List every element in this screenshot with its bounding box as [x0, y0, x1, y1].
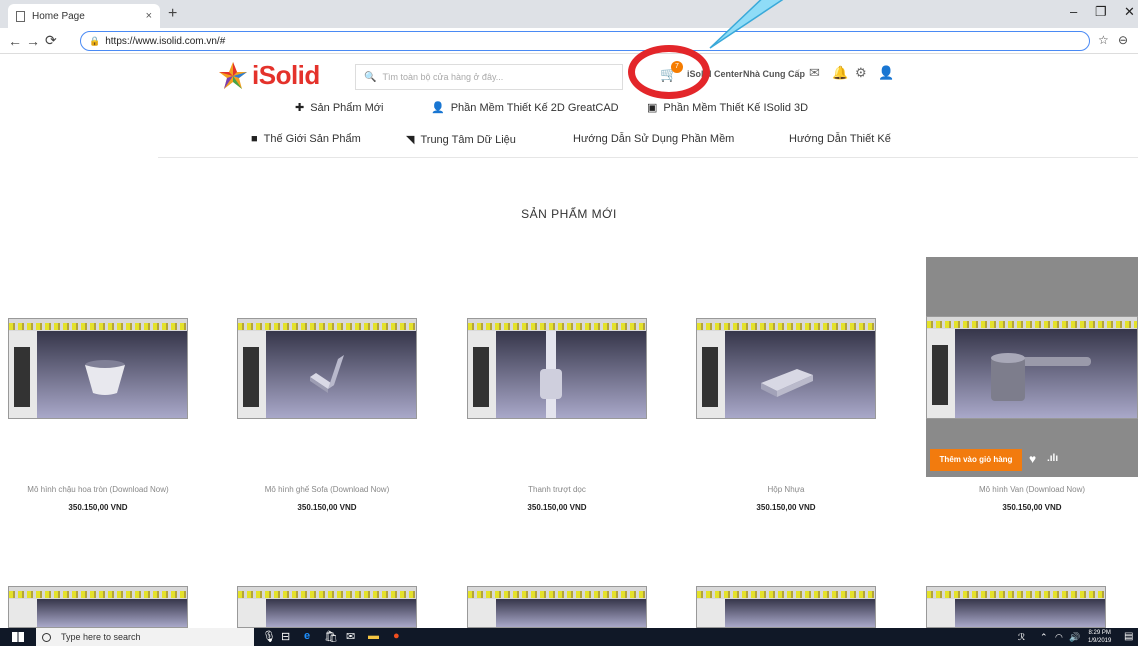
- volume-icon[interactable]: 🔊: [1069, 632, 1080, 643]
- new-tab-button[interactable]: +: [168, 5, 177, 23]
- address-bar[interactable]: 🔒 https://www.isolid.com.vn/#: [80, 31, 1090, 51]
- mail-app-icon[interactable]: ✉: [346, 630, 355, 643]
- product-name[interactable]: Mô hình Van (Download Now): [926, 485, 1138, 494]
- product-price: 350.150,00 VND: [297, 503, 357, 512]
- back-icon[interactable]: ←: [8, 33, 22, 49]
- menu-product-world[interactable]: ■ Thế Giới Sản Phẩm: [251, 133, 361, 145]
- product-price: 350.150,00 VND: [756, 503, 816, 512]
- browser-tabstrip: Home Page × + – ❐ ✕: [0, 0, 1138, 28]
- product-thumbnail[interactable]: [926, 316, 1138, 419]
- cortana-icon: [42, 632, 51, 642]
- rss-icon: ◥: [406, 134, 415, 146]
- product-price: 350.150,00 VND: [527, 503, 587, 512]
- profile-icon[interactable]: ⊖: [1118, 33, 1128, 47]
- lock-icon: 🔒: [89, 35, 101, 46]
- tab-close-button[interactable]: ×: [146, 10, 152, 22]
- menu-isolid-3d[interactable]: ▣ Phần Mềm Thiết Kế ISolid 3D: [647, 101, 808, 114]
- compare-chart-icon[interactable]: .ılı: [1047, 453, 1058, 464]
- star-icon[interactable]: ☆: [1098, 33, 1109, 47]
- menu-design-guide[interactable]: Hướng Dẫn Thiết Kế: [789, 133, 891, 145]
- product-name[interactable]: Thanh trượt dọc: [451, 485, 663, 494]
- annotation-circle: [628, 45, 710, 99]
- vertical-slide-model: [540, 331, 562, 418]
- page-icon: [16, 10, 25, 22]
- tab-title: Home Page: [32, 10, 85, 22]
- product-thumbnail[interactable]: [926, 586, 1106, 628]
- product-thumbnail[interactable]: [8, 586, 188, 628]
- wifi-icon[interactable]: ◠: [1055, 632, 1063, 643]
- browser-toolbar: ← → ⟳ 🔒 https://www.isolid.com.vn/# ☆ ⊖: [0, 28, 1138, 54]
- menu-new-products[interactable]: ✚ Sản Phẩm Mới: [295, 101, 383, 114]
- sofa-model: [310, 355, 344, 393]
- product-price: 350.150,00 VND: [68, 503, 128, 512]
- close-window-button[interactable]: ✕: [1124, 4, 1135, 20]
- task-view-icon[interactable]: ⊟: [281, 630, 290, 643]
- product-name[interactable]: Mô hình ghế Sofa (Download Now): [221, 485, 433, 494]
- user-icon: 👤: [431, 102, 445, 114]
- product-name[interactable]: Hộp Nhựa: [680, 485, 892, 494]
- annotation-arrow: [709, 0, 784, 49]
- microphone-icon[interactable]: 🎙: [262, 630, 276, 643]
- mail-icon[interactable]: ✉: [809, 65, 820, 81]
- plus-icon: ✚: [295, 102, 305, 114]
- flower-pot-model: [85, 360, 125, 395]
- search-placeholder: Tìm toàn bộ cửa hàng ở đây...: [382, 72, 504, 82]
- add-user-icon[interactable]: 👤: [878, 65, 894, 81]
- product-name[interactable]: Mô hình chậu hoa tròn (Download Now): [0, 485, 204, 494]
- menu-software-guide[interactable]: Hướng Dẫn Sử Dụng Phần Mềm: [573, 133, 734, 145]
- logo-star-icon: [219, 61, 247, 89]
- store-icon[interactable]: 🛍: [324, 630, 338, 643]
- browser-tab[interactable]: Home Page ×: [8, 4, 160, 28]
- url-text: https://www.isolid.com.vn/#: [105, 35, 226, 47]
- taskbar-clock[interactable]: 8:29 PM 1/9/2019: [1088, 629, 1111, 645]
- gear-icon[interactable]: ⚙: [855, 65, 867, 81]
- header-divider: [158, 157, 1138, 158]
- bell-icon[interactable]: 🔔: [832, 65, 848, 81]
- image-icon: ▣: [647, 102, 658, 114]
- section-title: SẢN PHẨM MỚI: [521, 207, 617, 221]
- windows-start-icon[interactable]: [12, 632, 24, 642]
- people-icon[interactable]: ℛ: [1018, 632, 1025, 643]
- chrome-icon[interactable]: ●: [393, 630, 400, 642]
- menu-data-center[interactable]: ◥ Trung Tâm Dữ Liệu: [406, 133, 516, 146]
- logo-text: iSolid: [252, 60, 320, 90]
- windows-taskbar: Type here to search 🎙 ⊟ e 🛍 ✉ ▬ ● ℛ ⌃ ◠ …: [0, 628, 1138, 646]
- product-thumbnail[interactable]: [696, 318, 876, 419]
- product-thumbnail[interactable]: [467, 586, 647, 628]
- product-thumbnail[interactable]: [8, 318, 188, 419]
- reload-icon[interactable]: ⟳: [45, 32, 57, 49]
- minimize-button[interactable]: –: [1070, 4, 1077, 19]
- forward-icon[interactable]: →: [26, 33, 40, 49]
- supplier-link[interactable]: Nhà Cung Cấp: [743, 69, 805, 79]
- product-price: 350.150,00 VND: [1002, 503, 1062, 512]
- product-thumbnail[interactable]: [467, 318, 647, 419]
- valve-model: [991, 353, 1091, 401]
- search-icon: 🔍: [364, 71, 377, 83]
- site-search-input[interactable]: 🔍 Tìm toàn bộ cửa hàng ở đây...: [355, 64, 623, 90]
- wishlist-heart-icon[interactable]: ♥: [1029, 452, 1036, 466]
- plastic-box-model: [761, 369, 813, 397]
- add-to-cart-button[interactable]: Thêm vào giỏ hàng: [930, 449, 1022, 471]
- product-thumbnail[interactable]: [237, 318, 417, 419]
- edge-icon[interactable]: e: [304, 630, 310, 642]
- video-icon: ■: [251, 133, 258, 145]
- product-thumbnail[interactable]: [696, 586, 876, 628]
- product-thumbnail[interactable]: [237, 586, 417, 628]
- site-logo[interactable]: iSolid: [218, 60, 320, 91]
- chevron-up-icon[interactable]: ⌃: [1040, 632, 1048, 643]
- file-explorer-icon[interactable]: ▬: [368, 630, 379, 642]
- restore-button[interactable]: ❐: [1095, 4, 1107, 20]
- taskbar-search-input[interactable]: Type here to search: [36, 628, 254, 646]
- menu-greatcad[interactable]: 👤 Phần Mềm Thiết Kế 2D GreatCAD: [431, 101, 619, 114]
- notifications-icon[interactable]: ▤: [1124, 631, 1133, 642]
